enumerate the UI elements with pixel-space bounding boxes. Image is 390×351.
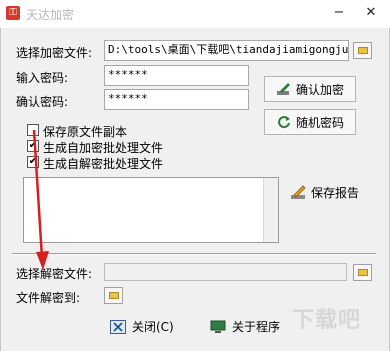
annotation-arrow xyxy=(32,129,49,270)
watermark: 下载吧 xyxy=(292,308,362,333)
